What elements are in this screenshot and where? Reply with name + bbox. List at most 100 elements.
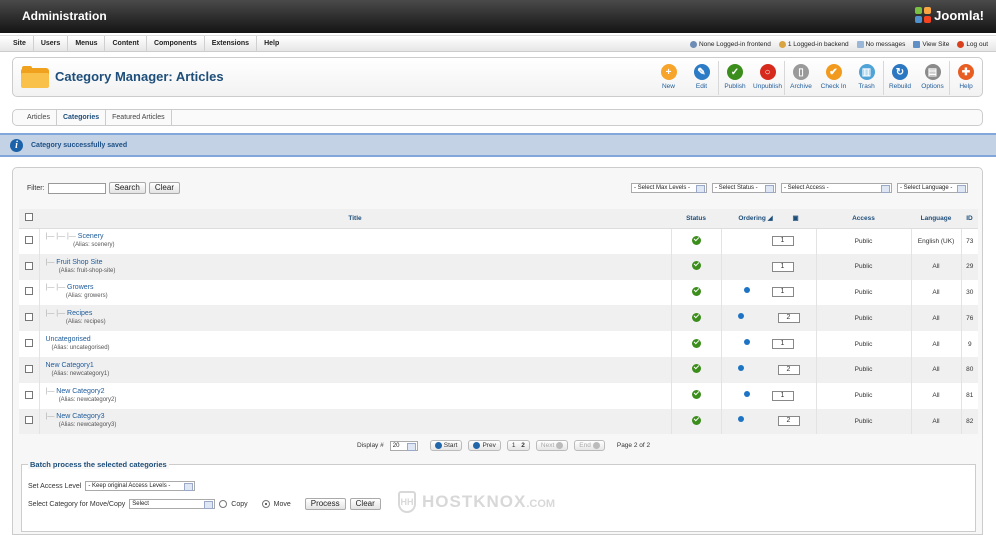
category-alias: (Alias: fruit-shop-site) [58,267,116,274]
published-icon[interactable] [691,415,701,425]
toolbar-trash-button[interactable]: ▥ Trash [850,61,883,95]
order-input[interactable]: 1 [771,390,794,401]
page-1-link[interactable]: 1 [512,441,516,450]
category-alias: (Alias: uncategorised) [51,345,110,352]
published-icon[interactable] [691,235,701,245]
messages-status[interactable]: No messages [856,40,905,48]
toolbar-new-button[interactable]: + New [652,61,685,95]
menu-item-extensions[interactable]: Extensions [205,36,258,52]
language-cell: All [911,305,962,332]
category-title-link[interactable]: Recipes [67,310,92,317]
order-input[interactable]: 2 [777,416,800,427]
category-alias: (Alias: scenery) [73,242,115,249]
toolbar-check-in-button[interactable]: ✔ Check In [817,61,850,95]
language-column-header[interactable]: Language [911,209,961,229]
clear-filter-button[interactable]: Clear [148,182,180,194]
published-icon[interactable] [691,261,701,271]
copy-radio[interactable] [219,500,228,508]
published-icon[interactable] [691,390,701,400]
category-title-link[interactable]: Growers [67,284,93,291]
row-checkbox[interactable] [24,287,33,296]
category-title-link[interactable]: New Category2 [56,388,104,395]
access-cell: Public [816,279,912,306]
published-icon[interactable] [691,364,701,374]
move-up-icon[interactable] [737,313,744,320]
main-menu-bar: Site Users Menus Content Components Exte… [0,35,996,52]
save-order-icon[interactable]: ▣ [792,215,798,222]
toolbar-help-button[interactable]: ✚ Help [949,61,982,95]
category-title-link[interactable]: Uncategorised [46,336,91,343]
tab-categories[interactable]: Categories [57,110,107,125]
toolbar-publish-button[interactable]: ✓ Publish [718,61,751,95]
toolbar-button-label: Publish [724,83,746,90]
category-title-link[interactable]: New Category3 [56,413,104,420]
ordering-column-header[interactable]: Ordering ◢ ▣ [721,209,816,229]
order-input[interactable]: 1 [771,261,794,272]
menu-item-site[interactable]: Site [6,36,34,52]
move-radio[interactable] [261,500,270,508]
access-select[interactable]: - Select Access - [781,183,892,193]
menu-item-content[interactable]: Content [105,36,147,52]
order-input[interactable]: 1 [771,287,794,298]
logout-link[interactable]: Log out [957,40,988,48]
order-input[interactable]: 1 [771,339,794,350]
toolbar-unpublish-button[interactable]: ○ Unpublish [751,61,784,95]
row-checkbox[interactable] [24,390,33,399]
display-limit-select[interactable]: 20 [389,440,418,451]
menu-item-help[interactable]: Help [257,36,286,52]
category-title-link[interactable]: Scenery [78,233,104,240]
order-input[interactable]: 2 [777,364,800,375]
category-title-link[interactable]: Fruit Shop Site [56,259,102,266]
max-levels-select[interactable]: - Select Max Levels - [631,183,707,193]
access-cell: Public [816,253,912,280]
title-cell: |— |— Growers (Alias: growers) [39,279,672,306]
toolbar-button-label: Unpublish [753,83,782,90]
row-checkbox[interactable] [24,339,33,348]
id-column-header[interactable]: ID [961,209,978,229]
status-select[interactable]: - Select Status - [712,183,776,193]
move-down-icon[interactable] [743,390,750,397]
toolbar-rebuild-button[interactable]: ↻ Rebuild [883,61,916,95]
language-cell: All [911,408,962,435]
row-checkbox[interactable] [24,236,33,245]
check-in-icon: ✔ [825,64,842,80]
menu-item-users[interactable]: Users [34,36,69,52]
published-icon[interactable] [691,312,701,322]
menu-item-menus[interactable]: Menus [68,36,106,52]
menu-item-components[interactable]: Components [147,36,205,52]
published-icon[interactable] [691,286,701,296]
move-down-icon[interactable] [743,287,750,294]
tab-featured-articles[interactable]: Featured Articles [106,110,172,125]
batch-clear-button[interactable]: Clear [349,498,381,510]
row-checkbox[interactable] [24,313,33,322]
toolbar-edit-button[interactable]: ✎ Edit [685,61,718,95]
row-checkbox[interactable] [24,416,33,425]
view-site-link[interactable]: View Site [913,40,949,48]
status-column-header[interactable]: Status [671,209,721,229]
start-button[interactable]: Start [429,440,463,451]
prev-button[interactable]: Prev [468,440,501,451]
language-select[interactable]: - Select Language - [897,183,968,193]
joomla-logo[interactable]: Joomla! [915,7,984,23]
tab-articles[interactable]: Articles [21,110,57,125]
toolbar-archive-button[interactable]: ▯ Archive [784,61,817,95]
select-all-checkbox[interactable] [25,213,33,222]
row-checkbox[interactable] [24,364,33,373]
move-down-icon[interactable] [743,339,750,346]
row-checkbox[interactable] [24,261,33,270]
move-up-icon[interactable] [737,364,744,371]
options-icon: ▤ [924,64,941,80]
access-column-header[interactable]: Access [816,209,911,229]
move-up-icon[interactable] [737,416,744,423]
filter-search-input[interactable] [47,182,106,194]
title-column-header[interactable]: Title [39,209,671,229]
batch-category-select[interactable]: Select [129,499,216,509]
batch-access-select[interactable]: - Keep original Access Levels - [85,481,196,491]
search-button[interactable]: Search [108,182,146,194]
published-icon[interactable] [691,338,701,348]
process-button[interactable]: Process [304,498,346,510]
toolbar-options-button[interactable]: ▤ Options [916,61,949,95]
category-title-link[interactable]: New Category1 [46,362,94,369]
order-input[interactable]: 1 [771,236,794,247]
order-input[interactable]: 2 [777,313,800,324]
